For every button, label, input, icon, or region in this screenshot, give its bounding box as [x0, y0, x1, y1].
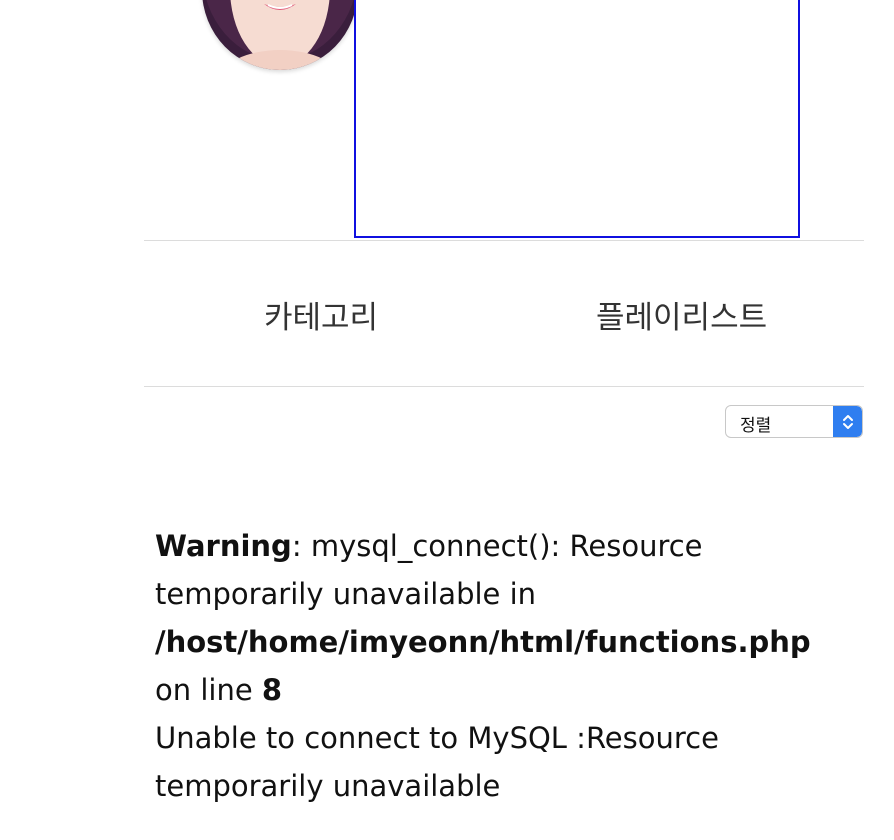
warning-label: Warning	[155, 529, 292, 563]
updown-chevron-icon	[833, 406, 862, 437]
warning-line-number: 8	[261, 673, 283, 707]
content-frame	[354, 0, 800, 238]
connect-error-message: Unable to connect to MySQL :Resource tem…	[155, 721, 719, 803]
tab-category[interactable]: 카테고리	[264, 292, 378, 337]
warning-file-path: /host/home/imyeonn/html/functions.php	[155, 625, 811, 659]
php-warning-message: Warning: mysql_connect(): Resource tempo…	[155, 522, 845, 810]
divider-top	[144, 240, 864, 241]
warning-on-line: on line	[155, 673, 262, 707]
sort-select[interactable]: 정렬	[725, 405, 863, 438]
sort-selected-value: 정렬	[740, 416, 772, 436]
avatar	[202, 0, 358, 70]
tab-playlist[interactable]: 플레이리스트	[596, 292, 767, 337]
profile-photo-icon	[202, 0, 358, 70]
warning-separator: :	[291, 529, 311, 563]
divider-bottom	[144, 386, 864, 387]
